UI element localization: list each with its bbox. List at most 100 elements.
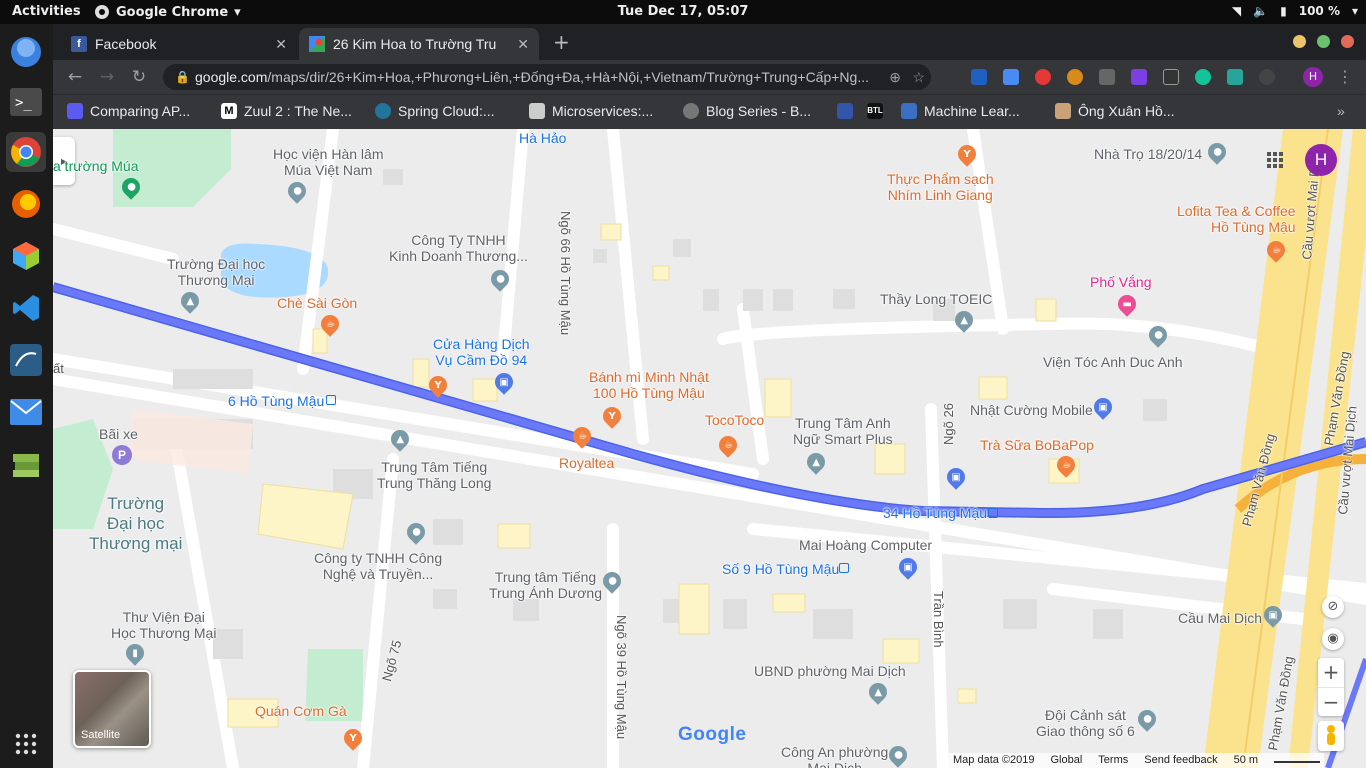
extension-j-icon[interactable]	[971, 69, 987, 85]
place-label[interactable]: Nhật Cường Mobile	[970, 402, 1093, 418]
back-button[interactable]: ←	[65, 67, 85, 87]
transit-stop-label[interactable]: 6 Hồ Tùng Mậu	[228, 393, 324, 409]
place-label[interactable]: Bánh mì Minh Nhật 100 Hồ Tùng Mậu	[589, 369, 709, 401]
new-tab-button[interactable]: +	[553, 30, 570, 54]
bookmark-item[interactable]: Blog Series - B...	[683, 103, 811, 119]
zoom-out-button[interactable]: −	[1318, 687, 1344, 716]
terminal-icon: >_	[10, 88, 42, 116]
tab-google-maps[interactable]: 26 Kim Hoa to Trường Tru ✕	[299, 28, 539, 60]
place-label[interactable]: Trường Đại học Thương Mại	[167, 256, 265, 288]
dock-item-vscode[interactable]	[6, 288, 46, 328]
place-label[interactable]: Lofita Tea & Coffee Hồ Tùng Mậu	[1177, 203, 1296, 235]
minimize-button[interactable]	[1293, 35, 1306, 48]
place-label[interactable]: Công ty TNHH Công Nghệ và Truyền...	[314, 550, 442, 582]
maximize-button[interactable]	[1317, 35, 1330, 48]
place-label[interactable]: Trung tâm Tiếng Trung Ánh Dương	[489, 569, 602, 601]
parking-icon[interactable]: P	[112, 445, 132, 465]
campus-label[interactable]: Trường Đại học Thương mại	[89, 494, 182, 554]
address-bar[interactable]: 🔒 google.com/maps/dir/26+Kim+Hoa,+Phương…	[163, 64, 931, 90]
close-icon[interactable]: ✕	[517, 36, 529, 53]
star-icon[interactable]: ☆	[912, 64, 925, 90]
place-label[interactable]: Cửa Hàng Dịch Vụ Cầm Đồ 94	[433, 336, 530, 368]
dock-item-terminal[interactable]: >_	[6, 82, 46, 122]
global-link[interactable]: Global	[1051, 753, 1083, 768]
extension-purple-icon[interactable]	[1131, 69, 1147, 85]
bookmark-item[interactable]	[837, 103, 853, 119]
place-label[interactable]: Thầy Long TOEIC	[880, 291, 992, 307]
battery-icon: ▮	[1280, 4, 1287, 18]
zoom-control: + −	[1318, 658, 1344, 716]
adblock-icon[interactable]	[1035, 69, 1051, 85]
bookmark-item[interactable]: M Zuul 2 : The Ne...	[221, 103, 352, 119]
dock-item-mail[interactable]	[6, 392, 46, 432]
place-label[interactable]: Cầu Mai Dịch	[1178, 610, 1262, 626]
more-bookmarks-button[interactable]: »	[1337, 103, 1345, 119]
extension-dark-icon[interactable]	[1163, 69, 1179, 85]
my-location-icon[interactable]: ◉	[1322, 628, 1344, 650]
place-label[interactable]: Bãi xe	[99, 426, 138, 442]
place-label[interactable]: a trường Múa	[53, 158, 138, 174]
dock-item-browser[interactable]	[6, 32, 46, 72]
shield-icon[interactable]	[1099, 69, 1115, 85]
dock-item-chrome[interactable]	[6, 132, 46, 172]
dock-item-ide[interactable]	[6, 236, 46, 276]
bookmark-item[interactable]: BTL	[867, 103, 883, 119]
show-apps-button[interactable]	[6, 724, 46, 764]
place-label[interactable]: Trung Tâm Anh Ngữ Smart Plus	[793, 415, 893, 447]
place-label[interactable]: Công Ty TNHH Kinh Doanh Thương...	[389, 232, 528, 264]
bookmark-item[interactable]: Spring Cloud:...	[375, 103, 495, 119]
bookmark-item[interactable]: Ông Xuân Hồ...	[1055, 103, 1175, 119]
no-entry-icon[interactable]: ⊘	[1322, 596, 1344, 618]
place-label[interactable]: Đội Cảnh sát Giao thông số 6	[1036, 707, 1135, 739]
place-label[interactable]: Royaltea	[559, 455, 614, 471]
mail-icon	[10, 399, 42, 425]
menu-icon[interactable]: ⋮	[1337, 67, 1353, 86]
place-label[interactable]: Thư Viện Đại Học Thương Mại	[111, 609, 216, 641]
close-icon[interactable]: ✕	[275, 36, 287, 53]
bookmark-item[interactable]: Machine Lear...	[901, 103, 1020, 119]
dock-item-firefox[interactable]	[6, 184, 46, 224]
place-label[interactable]: TocoToco	[705, 412, 764, 428]
transit-stop-label[interactable]: Số 9 Hồ Tùng Mậu	[722, 561, 839, 577]
place-label[interactable]: Học viện Hàn lâm Múa Việt Nam	[273, 146, 384, 178]
add-icon[interactable]: ⊕	[889, 64, 901, 90]
bookmark-item[interactable]: Comparing AP...	[67, 103, 190, 119]
clock[interactable]: Tue Dec 17, 05:07	[0, 4, 1366, 19]
dock-item-books[interactable]	[6, 444, 46, 484]
send-feedback-link[interactable]: Send feedback	[1144, 753, 1217, 768]
dock-item-mysql[interactable]	[6, 340, 46, 380]
place-label[interactable]: Mai Hoàng Computer	[799, 537, 932, 553]
place-label[interactable]: Hà Hảo	[519, 130, 566, 146]
transit-stop-label[interactable]: 34 Hồ Tùng Mậu	[883, 505, 987, 521]
place-label[interactable]: Trung Tâm Tiếng Trung Thăng Long	[377, 459, 491, 491]
pegman-button[interactable]	[1318, 721, 1344, 751]
place-label[interactable]: Viện Tóc Anh Duc Anh	[1043, 354, 1183, 370]
map-canvas[interactable]: ▸ Hà Hảo Học viện Hàn lâm Múa Việt Nam ●…	[53, 129, 1366, 768]
extension-orange-icon[interactable]	[1067, 69, 1083, 85]
place-label[interactable]: Nhà Trọ 18/20/14	[1094, 146, 1202, 162]
satellite-toggle[interactable]: Satellite	[73, 670, 151, 748]
terms-link[interactable]: Terms	[1098, 753, 1128, 768]
system-tray[interactable]: ◥ 🔈 ▮ 100 % ▾	[1232, 4, 1358, 18]
profile-avatar[interactable]: H	[1303, 67, 1323, 87]
place-label[interactable]: UBND phường Mai Dịch	[754, 663, 906, 679]
place-label[interactable]: Trà Sữa BoBaPop	[980, 437, 1094, 453]
zoom-in-button[interactable]: +	[1318, 658, 1344, 687]
place-label[interactable]: Công An phường Mai Dịch	[781, 744, 888, 768]
tab-facebook[interactable]: f Facebook ✕	[61, 28, 297, 60]
extension-teal-icon[interactable]	[1227, 69, 1243, 85]
account-avatar[interactable]: H	[1305, 144, 1337, 176]
bookmark-item[interactable]: Microservices:...	[529, 103, 653, 119]
forward-button[interactable]: →	[97, 67, 117, 87]
close-window-button[interactable]	[1341, 35, 1354, 48]
sync-icon[interactable]	[1259, 69, 1275, 85]
place-label[interactable]: Quán Cơm Gà	[255, 703, 347, 719]
apps-grid-icon[interactable]	[1266, 151, 1284, 169]
scale-label[interactable]: 50 m	[1234, 753, 1258, 768]
reload-button[interactable]: ↻	[129, 67, 149, 87]
translate-icon[interactable]	[1003, 69, 1019, 85]
place-label[interactable]: Phố Vắng	[1090, 274, 1152, 290]
grammarly-icon[interactable]	[1195, 69, 1211, 85]
place-label[interactable]: Chè Sài Gòn	[277, 295, 357, 311]
place-label[interactable]: Thực Phẩm sạch Nhím Linh Giang	[887, 171, 994, 203]
